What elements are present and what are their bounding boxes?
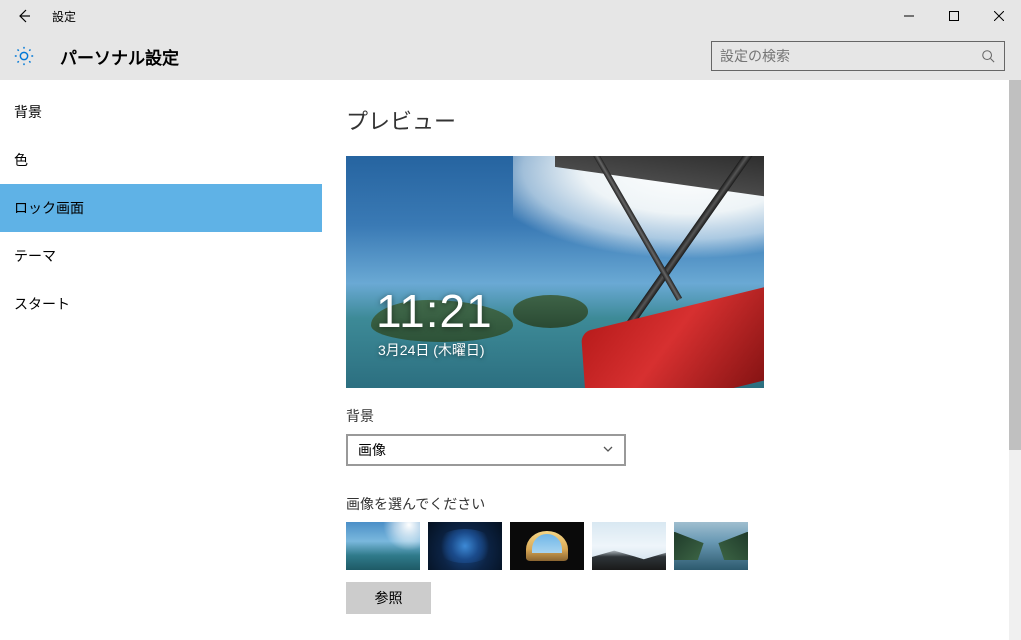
preview-date: 3月24日 (木曜日): [378, 340, 485, 360]
thumbnail-fjord-lake[interactable]: [674, 522, 748, 570]
gear-icon: [13, 45, 35, 67]
window-controls: [886, 0, 1021, 32]
close-icon: [994, 11, 1004, 21]
sidebar-item-label: スタート: [14, 294, 70, 314]
preview-heading: プレビュー: [346, 104, 997, 136]
thumbnail-cave-beach[interactable]: [510, 522, 584, 570]
titlebar: 設定: [0, 0, 1021, 32]
scrollbar[interactable]: [1009, 80, 1021, 640]
sidebar: 背景 色 ロック画面 テーマ スタート: [0, 80, 322, 640]
chevron-down-icon: [602, 442, 614, 458]
sidebar-item-background[interactable]: 背景: [0, 88, 322, 136]
maximize-button[interactable]: [931, 0, 976, 32]
thumbnail-snow-ridge[interactable]: [592, 522, 666, 570]
sidebar-item-label: 背景: [14, 102, 42, 122]
sidebar-item-lock-screen[interactable]: ロック画面: [0, 184, 322, 232]
image-thumbnails: [346, 522, 997, 570]
thumbnail-ice-cave[interactable]: [428, 522, 502, 570]
lock-screen-preview: 11:21 3月24日 (木曜日): [346, 156, 764, 388]
choose-image-label: 画像を選んでください: [346, 494, 997, 514]
page-title: パーソナル設定: [60, 44, 179, 69]
scrollbar-thumb[interactable]: [1009, 80, 1021, 450]
search-box[interactable]: [711, 41, 1005, 71]
preview-clock: 11:21: [376, 284, 493, 338]
sidebar-item-label: テーマ: [14, 246, 56, 266]
browse-button[interactable]: 参照: [346, 582, 431, 614]
search-input[interactable]: [720, 48, 980, 64]
settings-icon: [12, 44, 36, 68]
dropdown-value: 画像: [358, 440, 386, 460]
sidebar-item-colors[interactable]: 色: [0, 136, 322, 184]
minimize-icon: [904, 11, 914, 21]
window-title: 設定: [52, 8, 76, 25]
browse-button-label: 参照: [375, 588, 403, 608]
content: プレビュー 11:21 3月24日 (木曜日) 背景 画像 画像を選んでください: [322, 80, 1021, 640]
thumbnail-aerial-islands[interactable]: [346, 522, 420, 570]
arrow-left-icon: [16, 8, 32, 24]
search-icon: [980, 48, 996, 64]
sidebar-item-start[interactable]: スタート: [0, 280, 322, 328]
header: パーソナル設定: [0, 32, 1021, 80]
preview-island: [513, 295, 588, 327]
sidebar-item-label: ロック画面: [14, 198, 84, 218]
back-button[interactable]: [0, 0, 48, 32]
background-label: 背景: [346, 406, 997, 426]
close-button[interactable]: [976, 0, 1021, 32]
background-dropdown[interactable]: 画像: [346, 434, 626, 466]
minimize-button[interactable]: [886, 0, 931, 32]
sidebar-item-themes[interactable]: テーマ: [0, 232, 322, 280]
sidebar-item-label: 色: [14, 150, 28, 170]
maximize-icon: [949, 11, 959, 21]
